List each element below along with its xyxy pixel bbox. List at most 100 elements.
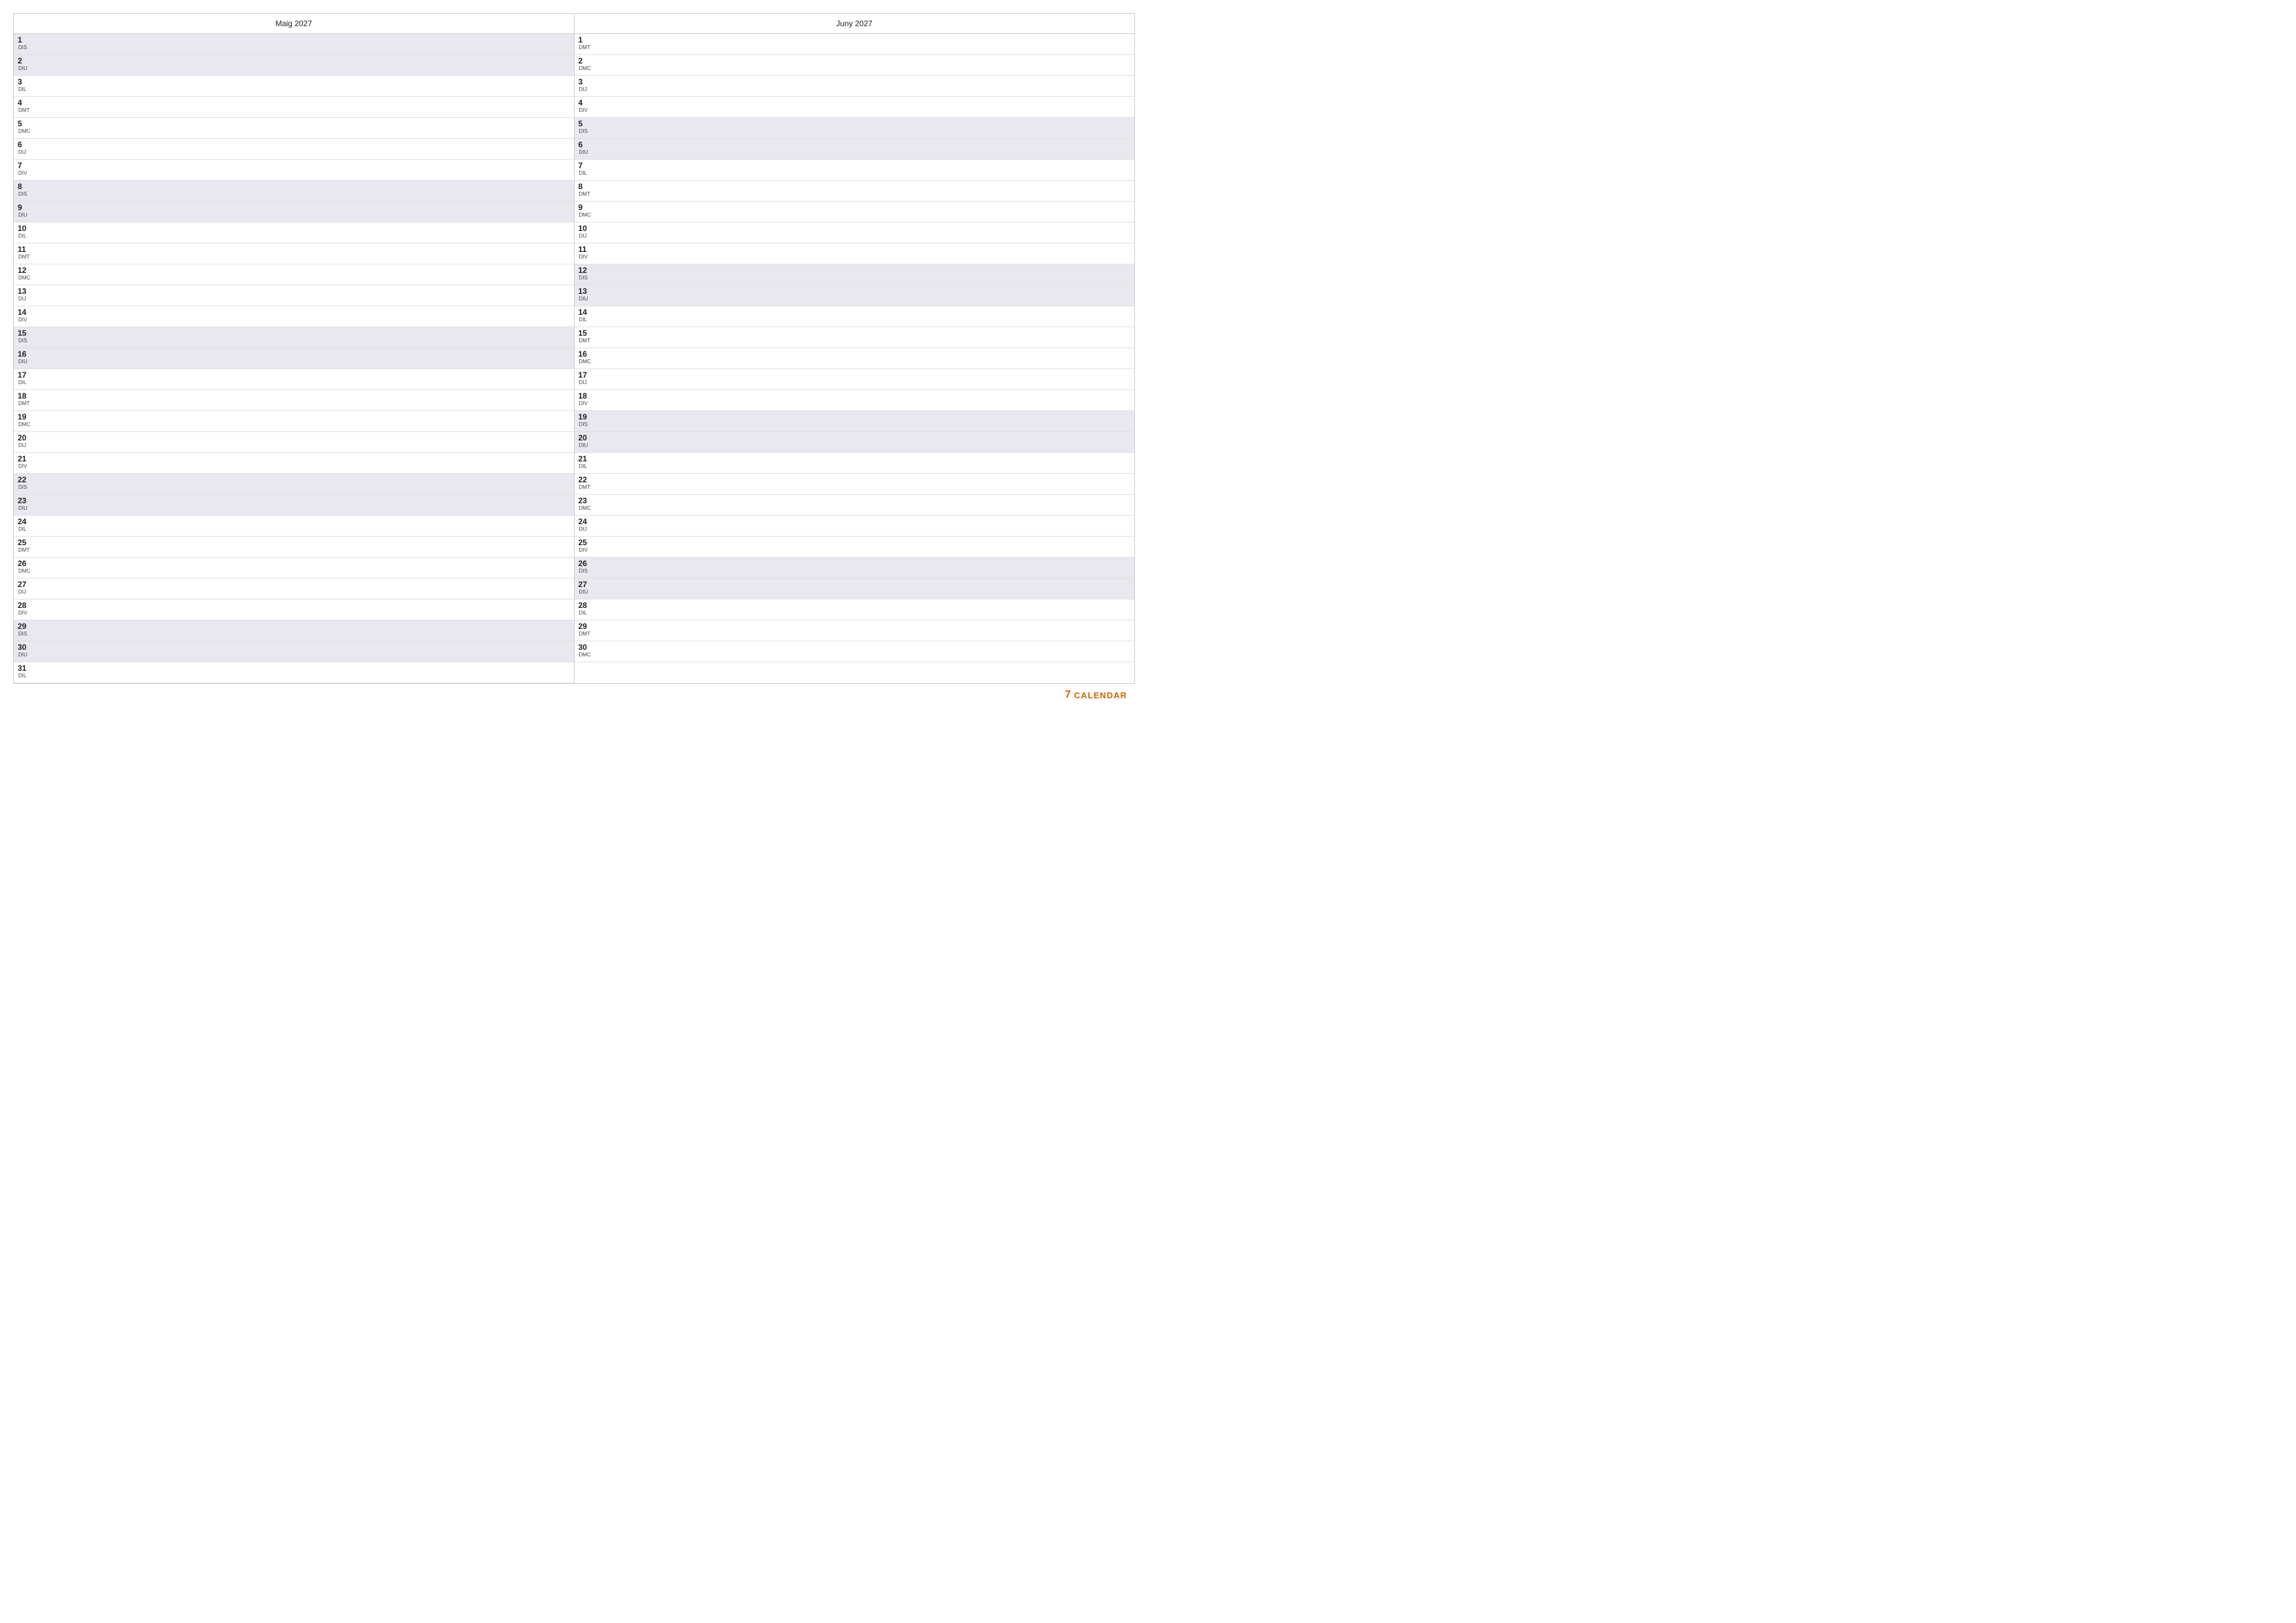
day-row[interactable]: 13DIU bbox=[575, 285, 1135, 306]
day-number: 18 bbox=[579, 391, 593, 401]
day-number: 16 bbox=[579, 349, 593, 359]
day-row[interactable]: 12DMC bbox=[14, 264, 574, 285]
day-info: 16DMC bbox=[579, 349, 593, 365]
day-info: 19DIS bbox=[579, 412, 593, 427]
day-row[interactable]: 18DIV bbox=[575, 390, 1135, 411]
day-row[interactable]: 5DMC bbox=[14, 118, 574, 139]
day-row[interactable]: 27DIJ bbox=[14, 579, 574, 599]
day-row[interactable]: 24DIL bbox=[14, 516, 574, 537]
day-row[interactable]: 23DIU bbox=[14, 495, 574, 516]
day-info: 14DIL bbox=[579, 308, 593, 323]
day-row[interactable]: 29DIS bbox=[14, 620, 574, 641]
day-row[interactable]: 13DIJ bbox=[14, 285, 574, 306]
day-row[interactable]: 9DMC bbox=[575, 202, 1135, 223]
day-row[interactable]: 12DIS bbox=[575, 264, 1135, 285]
day-row[interactable]: 11DMT bbox=[14, 243, 574, 264]
day-row[interactable]: 10DIJ bbox=[575, 223, 1135, 243]
day-row[interactable]: 15DIS bbox=[14, 327, 574, 348]
day-row[interactable]: 1DMT bbox=[575, 34, 1135, 55]
day-row[interactable]: 16DIU bbox=[14, 348, 574, 369]
day-name: DMT bbox=[579, 338, 593, 344]
day-row[interactable]: 17DIJ bbox=[575, 369, 1135, 390]
day-row[interactable]: 14DIV bbox=[14, 306, 574, 327]
day-name: DIU bbox=[579, 150, 593, 155]
day-info: 2DIU bbox=[18, 56, 32, 71]
day-row[interactable]: 28DIL bbox=[575, 599, 1135, 620]
day-number: 26 bbox=[18, 559, 32, 568]
day-row[interactable]: 14DIL bbox=[575, 306, 1135, 327]
day-row[interactable]: 27DIU bbox=[575, 579, 1135, 599]
day-name: DIS bbox=[579, 129, 593, 134]
day-row[interactable]: 2DMC bbox=[575, 55, 1135, 76]
day-row[interactable]: 8DIS bbox=[14, 181, 574, 202]
day-row[interactable]: 21DIL bbox=[575, 453, 1135, 474]
day-name: DIS bbox=[18, 485, 32, 490]
day-name: DIU bbox=[579, 296, 593, 302]
day-row[interactable]: 30DIU bbox=[14, 641, 574, 662]
day-number: 1 bbox=[579, 35, 593, 45]
day-row[interactable]: 25DMT bbox=[14, 537, 574, 558]
day-row[interactable]: 10DIL bbox=[14, 223, 574, 243]
day-name: DMT bbox=[18, 401, 32, 406]
day-name: DIU bbox=[18, 213, 32, 218]
day-name: DMC bbox=[579, 213, 593, 218]
day-row[interactable]: 26DIS bbox=[575, 558, 1135, 579]
day-number: 9 bbox=[579, 203, 593, 212]
day-row[interactable]: 1DIS bbox=[14, 34, 574, 55]
day-name: DIS bbox=[18, 338, 32, 344]
day-row[interactable]: 23DMC bbox=[575, 495, 1135, 516]
day-name: DIJ bbox=[579, 87, 593, 92]
day-name: DIL bbox=[579, 611, 593, 616]
day-info: 25DIV bbox=[579, 538, 593, 553]
day-row[interactable]: 11DIV bbox=[575, 243, 1135, 264]
day-row[interactable]: 5DIS bbox=[575, 118, 1135, 139]
day-row[interactable]: 2DIU bbox=[14, 55, 574, 76]
day-name: DIJ bbox=[579, 527, 593, 532]
day-number: 25 bbox=[18, 538, 32, 547]
day-number: 31 bbox=[18, 664, 32, 673]
day-name: DIL bbox=[579, 464, 593, 469]
day-row[interactable]: 22DIS bbox=[14, 474, 574, 495]
day-row[interactable]: 6DIJ bbox=[14, 139, 574, 160]
day-row[interactable]: 30DMC bbox=[575, 641, 1135, 662]
day-row[interactable]: 16DMC bbox=[575, 348, 1135, 369]
day-name: DIL bbox=[18, 527, 32, 532]
day-name: DIS bbox=[18, 45, 32, 50]
day-row[interactable]: 25DIV bbox=[575, 537, 1135, 558]
day-row[interactable]: 15DMT bbox=[575, 327, 1135, 348]
day-info: 10DIJ bbox=[579, 224, 593, 239]
day-row[interactable]: 4DIV bbox=[575, 97, 1135, 118]
day-row[interactable]: 31DIL bbox=[14, 662, 574, 683]
day-row[interactable]: 21DIV bbox=[14, 453, 574, 474]
day-row[interactable]: 18DMT bbox=[14, 390, 574, 411]
day-info: 24DIJ bbox=[579, 517, 593, 532]
day-name: DIV bbox=[18, 317, 32, 323]
day-info: 7DIV bbox=[18, 161, 32, 176]
day-row[interactable]: 3DIL bbox=[14, 76, 574, 97]
day-row[interactable]: 26DMC bbox=[14, 558, 574, 579]
day-number: 22 bbox=[18, 475, 32, 484]
day-row[interactable]: 24DIJ bbox=[575, 516, 1135, 537]
day-row[interactable]: 3DIJ bbox=[575, 76, 1135, 97]
day-name: DIU bbox=[579, 590, 593, 595]
day-row[interactable]: 29DMT bbox=[575, 620, 1135, 641]
day-row[interactable]: 19DIS bbox=[575, 411, 1135, 432]
day-row[interactable]: 20DIU bbox=[575, 432, 1135, 453]
day-number: 24 bbox=[18, 517, 32, 526]
day-name: DIL bbox=[18, 87, 32, 92]
day-number: 9 bbox=[18, 203, 32, 212]
day-row[interactable]: 8DMT bbox=[575, 181, 1135, 202]
day-row[interactable]: 20DIJ bbox=[14, 432, 574, 453]
day-row[interactable]: 7DIL bbox=[575, 160, 1135, 181]
day-row[interactable]: 19DMC bbox=[14, 411, 574, 432]
day-info: 13DIJ bbox=[18, 287, 32, 302]
day-row[interactable]: 6DIU bbox=[575, 139, 1135, 160]
day-number: 8 bbox=[579, 182, 593, 191]
day-name: DIJ bbox=[18, 296, 32, 302]
day-row[interactable]: 9DIU bbox=[14, 202, 574, 223]
day-row[interactable]: 17DIL bbox=[14, 369, 574, 390]
day-row[interactable]: 28DIV bbox=[14, 599, 574, 620]
day-row[interactable]: 7DIV bbox=[14, 160, 574, 181]
day-row[interactable]: 22DMT bbox=[575, 474, 1135, 495]
day-row[interactable]: 4DMT bbox=[14, 97, 574, 118]
